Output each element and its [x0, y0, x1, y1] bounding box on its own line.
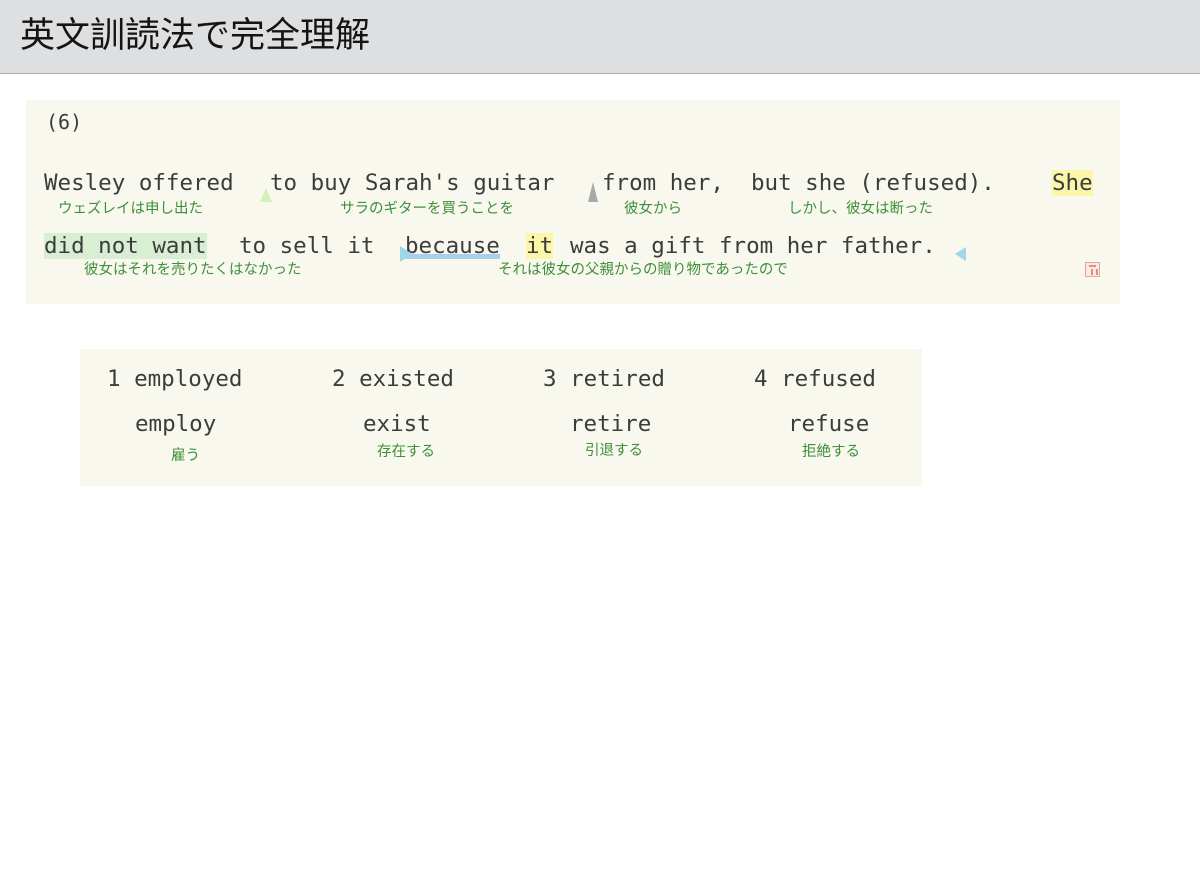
phrase-because: because	[405, 233, 500, 259]
choice-2-meaning: 存在する	[377, 444, 435, 460]
phrase-from-her: from her,	[602, 170, 724, 196]
phrase-to-buy-guitar: to buy Sarah's guitar	[270, 170, 555, 196]
phrase-wesley-offered: Wesley offered	[44, 170, 234, 196]
phrase-did-not-want: did not want	[44, 233, 207, 259]
gloss-did-not-want: 彼女はそれを売りたくはなかった	[84, 262, 302, 278]
sentence-panel: (6) Wesley offered to buy Sarah's guitar…	[26, 100, 1120, 304]
title-bar: 英文訓読法で完全理解	[0, 0, 1200, 74]
stamp-icon[interactable]	[1085, 262, 1100, 277]
phrase-it: it	[526, 233, 554, 259]
choice-1-base: employ	[135, 411, 217, 437]
window-title: 英文訓読法で完全理解	[20, 16, 371, 56]
choice-3-meaning: 引退する	[585, 443, 643, 459]
choice-1-meaning: 雇う	[171, 448, 200, 464]
choice-4-base: refuse	[788, 411, 870, 437]
choice-3-label[interactable]: 3 retired	[543, 366, 665, 392]
choice-4-meaning: 拒絶する	[802, 444, 860, 460]
phrase-but-she-refused: but she (refused).	[751, 170, 995, 196]
phrase-marker-green	[260, 188, 272, 202]
gloss-to-buy-guitar: サラのギターを買うことを	[340, 201, 514, 217]
phrase-marker-gray	[588, 182, 598, 202]
phrase-she: She	[1052, 170, 1093, 196]
choice-3-base: retire	[570, 411, 652, 437]
choice-4-label[interactable]: 4 refused	[754, 366, 876, 392]
gloss-from-her: 彼女から	[624, 201, 682, 217]
gloss-because-clause: それは彼女の父親からの贈り物であったので	[498, 262, 788, 278]
choice-1-label[interactable]: 1 employed	[107, 366, 242, 392]
clause-start-marker	[400, 246, 412, 262]
clause-end-marker	[955, 247, 966, 261]
choice-2-label[interactable]: 2 existed	[332, 366, 454, 392]
choices-panel: 1 employed employ 雇う 2 existed exist 存在す…	[80, 349, 922, 486]
question-number: (6)	[46, 110, 83, 134]
gloss-wesley-offered: ウェズレイは申し出た	[58, 201, 203, 217]
phrase-to-sell-it: to sell it	[239, 233, 375, 259]
phrase-was-a-gift: was a gift from her father.	[570, 233, 936, 259]
gloss-but-she-refused: しかし、彼女は断った	[788, 201, 933, 217]
choice-2-base: exist	[363, 411, 431, 437]
